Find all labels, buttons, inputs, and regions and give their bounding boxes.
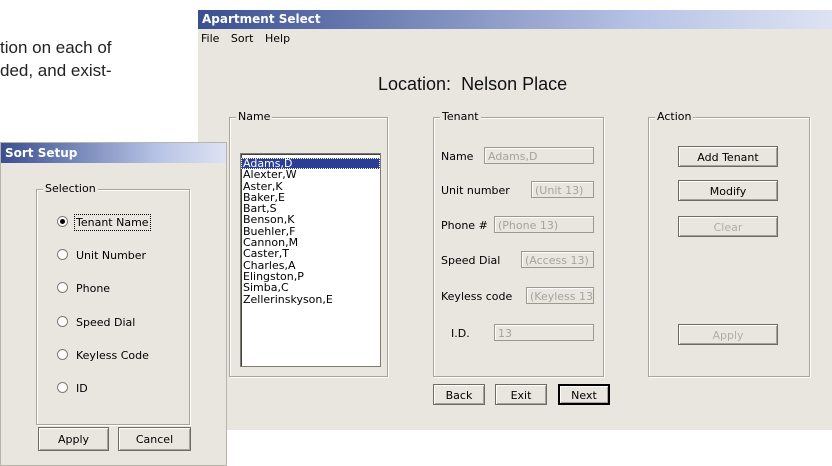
- radio-label: Keyless Code: [76, 349, 149, 362]
- location-heading: Location: Nelson Place: [378, 74, 567, 95]
- keyless-code-label: Keyless code: [441, 290, 513, 303]
- radio-unit-number[interactable]: Unit Number: [57, 249, 146, 262]
- action-group-legend: Action: [655, 110, 694, 123]
- radio-keyless-code[interactable]: Keyless Code: [57, 349, 149, 362]
- radio-dot[interactable]: [57, 349, 68, 360]
- radio-dot[interactable]: [57, 216, 68, 227]
- back-button[interactable]: Back: [433, 384, 485, 405]
- apartment-select-window: Apartment Select File Sort Help Location…: [198, 10, 832, 430]
- clear-button[interactable]: Clear: [678, 216, 778, 237]
- phone-field[interactable]: (Phone 13): [494, 216, 594, 233]
- radio-label: Unit Number: [76, 249, 147, 262]
- window-title: Apartment Select: [198, 10, 832, 29]
- radio-dot[interactable]: [57, 282, 68, 293]
- radio-id[interactable]: ID: [57, 382, 88, 395]
- id-label: I.D.: [451, 327, 470, 340]
- radio-label: Speed Dial: [76, 316, 136, 329]
- radio-label: Tenant Name: [74, 214, 151, 231]
- radio-phone[interactable]: Phone: [57, 282, 110, 295]
- dialog-title: Sort Setup: [1, 143, 226, 163]
- sort-setup-dialog: Sort Setup Selection Tenant Name Unit Nu…: [0, 142, 227, 466]
- menu-help[interactable]: Help: [265, 32, 290, 45]
- radio-speed-dial[interactable]: Speed Dial: [57, 316, 135, 329]
- location-label: Location:: [378, 74, 452, 94]
- menu-sort[interactable]: Sort: [231, 32, 254, 45]
- unit-number-label: Unit number: [441, 184, 510, 197]
- radio-dot[interactable]: [57, 249, 68, 260]
- menu-bar: File Sort Help: [198, 30, 298, 48]
- document-text-line-2: ded, and exist-: [0, 61, 112, 80]
- apply-button[interactable]: Apply: [678, 324, 778, 345]
- tenant-listbox[interactable]: Adams,D Alexter,W Aster,K Baker,E Bart,S…: [240, 153, 381, 367]
- tenant-name-field[interactable]: Adams,D: [484, 147, 594, 164]
- phone-label: Phone #: [441, 219, 488, 232]
- speed-dial-field[interactable]: (Access 13): [521, 251, 594, 268]
- selection-group: Selection Tenant Name Unit Number Phone …: [36, 182, 190, 425]
- speed-dial-label: Speed Dial: [441, 254, 501, 267]
- radio-label: ID: [76, 382, 88, 395]
- modify-button[interactable]: Modify: [678, 180, 778, 201]
- document-text-line-1: tion on each of: [0, 38, 112, 57]
- tenant-group-legend: Tenant: [440, 110, 481, 123]
- list-item[interactable]: Simba,C: [241, 282, 380, 294]
- list-item[interactable]: Alexter,W: [241, 169, 380, 181]
- radio-label: Phone: [76, 282, 111, 295]
- tenant-name-label: Name: [441, 150, 474, 163]
- list-item[interactable]: Zellerinskyson,E: [241, 293, 380, 305]
- list-item[interactable]: Caster,T: [241, 248, 380, 260]
- dialog-cancel-button[interactable]: Cancel: [118, 427, 191, 451]
- name-group: Name Adams,D Alexter,W Aster,K Baker,E B…: [229, 110, 388, 377]
- radio-dot[interactable]: [57, 316, 68, 327]
- name-group-legend: Name: [236, 110, 273, 123]
- add-tenant-button[interactable]: Add Tenant: [678, 146, 778, 167]
- exit-button[interactable]: Exit: [495, 384, 547, 405]
- action-group: Action Add Tenant Modify Clear Apply: [648, 110, 810, 377]
- radio-tenant-name[interactable]: Tenant Name: [57, 214, 151, 231]
- selection-group-legend: Selection: [43, 182, 98, 195]
- tenant-group: Tenant Name Adams,D Unit number (Unit 13…: [433, 110, 604, 377]
- location-value: Nelson Place: [461, 74, 568, 94]
- unit-number-field[interactable]: (Unit 13): [531, 181, 594, 198]
- keyless-code-field[interactable]: (Keyless 13): [526, 287, 594, 304]
- dialog-apply-button[interactable]: Apply: [38, 427, 109, 451]
- id-field[interactable]: 13: [494, 324, 594, 341]
- radio-dot[interactable]: [57, 382, 68, 393]
- menu-file[interactable]: File: [201, 32, 219, 45]
- next-button[interactable]: Next: [558, 384, 610, 405]
